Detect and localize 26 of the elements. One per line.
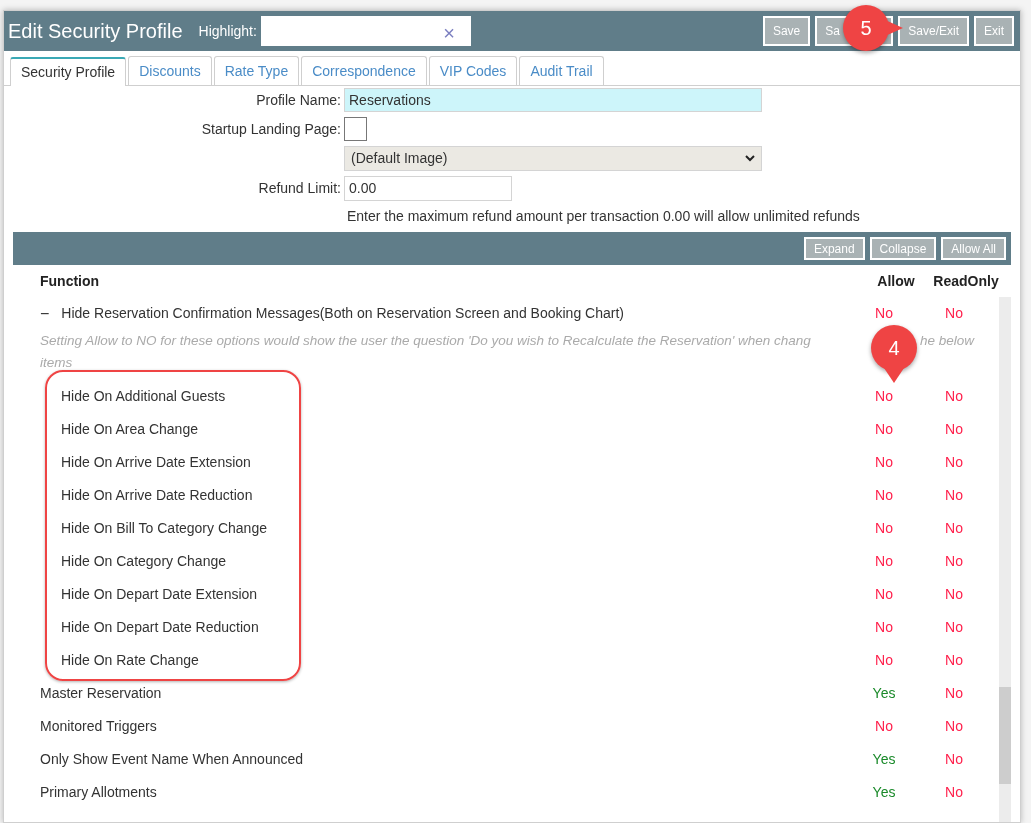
function-name: Hide Reservation Confirmation Messages(Both on Reservation Screen and Booking Chart)	[61, 304, 624, 323]
column-header: ReadOnly	[932, 271, 1000, 291]
function-name: Only Show Event Name When Announced	[40, 750, 304, 769]
help-text: Enter the maximum refund amount per transaction 0.00 will allow unlimited refunds	[347, 207, 860, 226]
highlight-label: Highlight:	[198, 21, 257, 41]
window-title: Edit Security Profile	[8, 19, 183, 44]
function-name: Primary Allotments	[40, 783, 157, 802]
hint-text: he below	[920, 332, 975, 350]
function-name: Hide On Additional Guests	[61, 387, 226, 406]
column-header: Function	[39, 271, 101, 291]
function-name: Hide On Area Change	[61, 420, 198, 439]
function-name: Hide On Arrive Date Extension	[61, 453, 251, 472]
function-name: Hide On Depart Date Extension	[61, 585, 258, 604]
function-name: Master Reservation	[40, 684, 162, 703]
field-label: Startup Landing Page:	[200, 119, 342, 139]
function-name: Hide On Category Change	[61, 552, 226, 571]
function-name: Monitored Triggers	[40, 717, 157, 736]
function-name: Hide On Depart Date Reduction	[61, 618, 259, 637]
function-name: Hide On Arrive Date Reduction	[61, 486, 253, 505]
function-name: Hide On Rate Change	[61, 651, 199, 670]
field-label: Refund Limit:	[257, 179, 342, 198]
column-header: Allow	[876, 271, 916, 291]
function-name: Hide On Bill To Category Change	[61, 519, 267, 538]
hint-text: items	[40, 354, 73, 372]
hint-text: Setting Allow to NO for these options would show the user the question 'Do you wish to Recalculate the Reservation' when chang	[40, 333, 811, 348]
field-label: Profile Name:	[255, 90, 342, 110]
